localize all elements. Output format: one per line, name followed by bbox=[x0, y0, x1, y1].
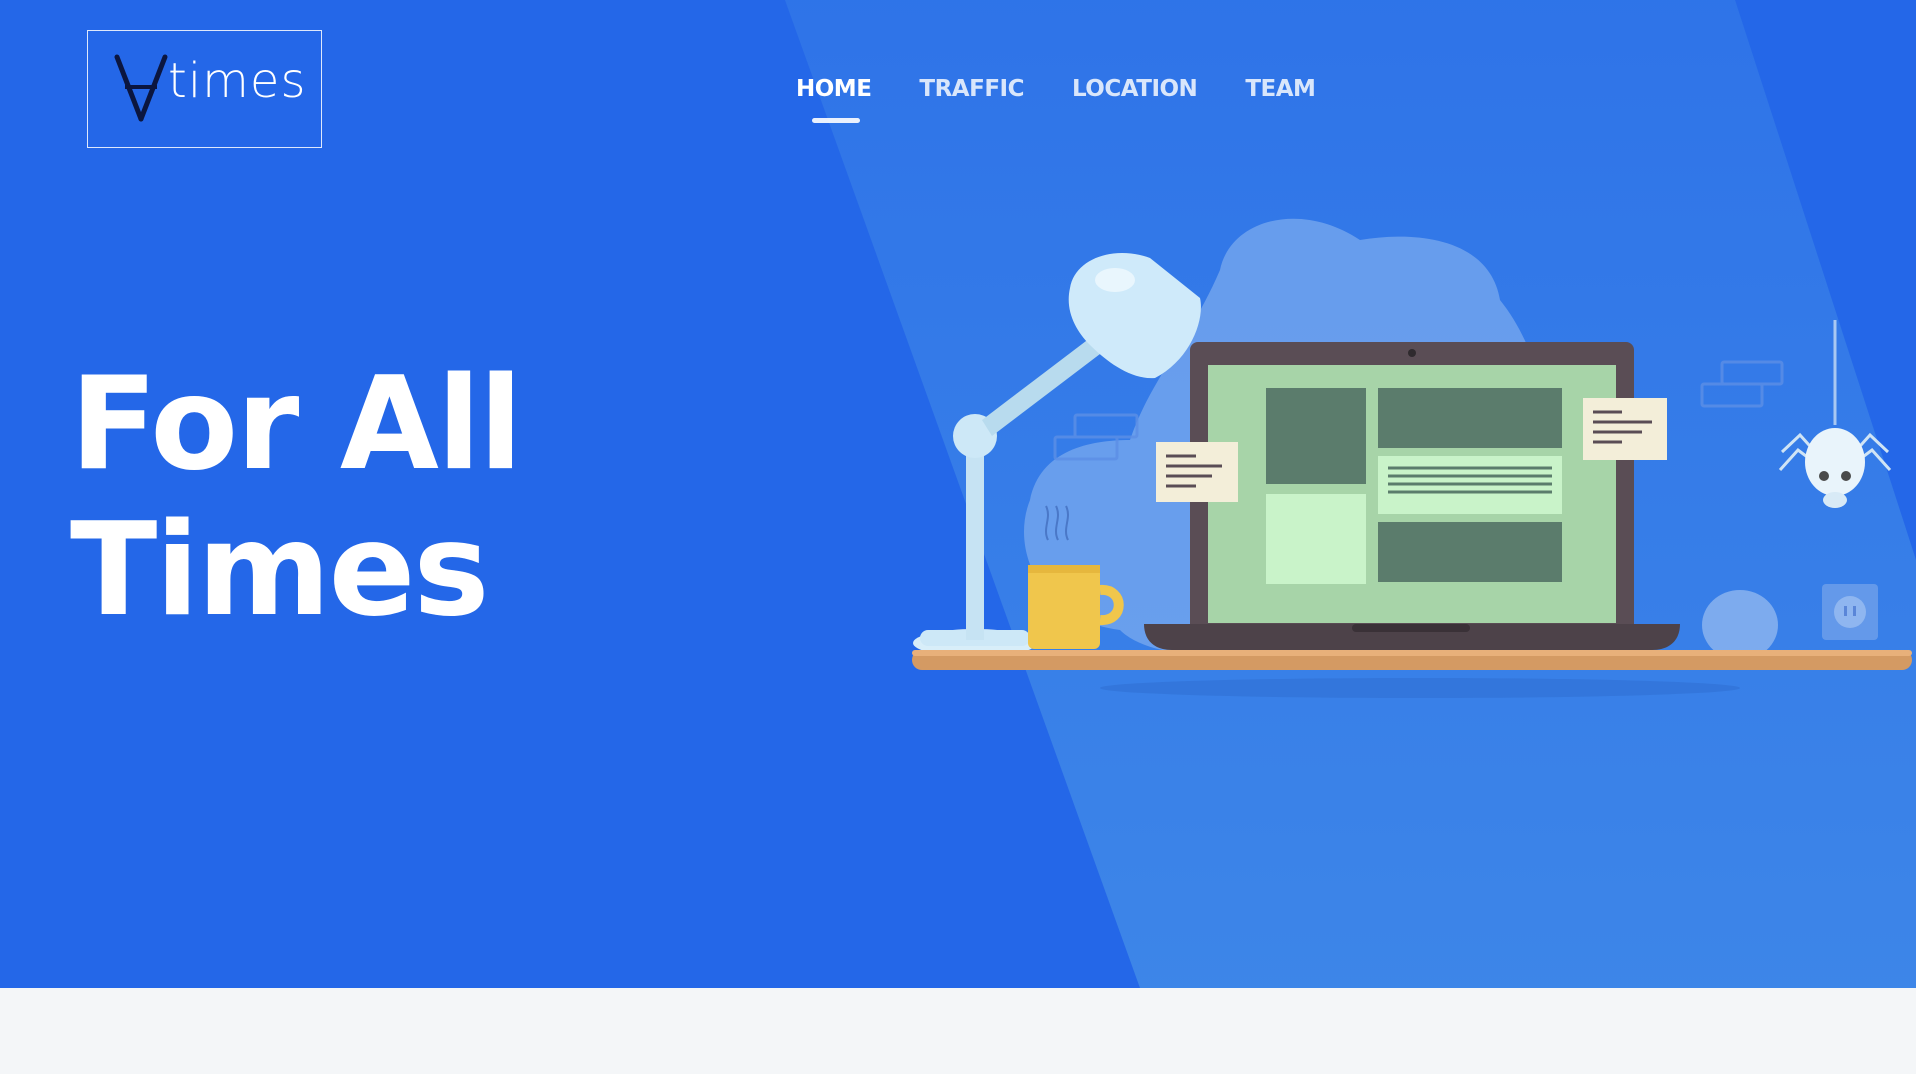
nav-item-location[interactable]: LOCATION bbox=[1071, 74, 1198, 104]
nav-active-indicator bbox=[812, 118, 860, 123]
nav-item-label: TRAFFIC bbox=[919, 76, 1024, 102]
hero-headline: For All Times bbox=[70, 350, 523, 645]
nav-item-traffic[interactable]: TRAFFIC bbox=[919, 74, 1024, 104]
logo-text: times bbox=[168, 53, 307, 109]
sticky-note-icon bbox=[1156, 442, 1238, 502]
nav-item-label: HOME bbox=[796, 76, 872, 102]
forall-icon bbox=[114, 54, 168, 122]
power-outlet-icon bbox=[1822, 584, 1878, 640]
hero-section: times HOME TRAFFIC LOCATION TEAM For All… bbox=[0, 0, 1916, 988]
hero-headline-line1: For All bbox=[70, 350, 523, 499]
shelf-icon bbox=[912, 650, 1912, 698]
hero-headline-line2: Times bbox=[70, 496, 490, 645]
wall-bricks-right bbox=[1700, 360, 1784, 408]
sticky-note-icon bbox=[1583, 398, 1667, 460]
nav-item-team[interactable]: TEAM bbox=[1245, 74, 1316, 104]
nav-item-label: LOCATION bbox=[1071, 76, 1198, 102]
main-nav: HOME TRAFFIC LOCATION TEAM bbox=[796, 74, 1316, 123]
logo[interactable]: times bbox=[87, 30, 322, 148]
nav-item-home[interactable]: HOME bbox=[796, 74, 872, 123]
spider-icon bbox=[1778, 320, 1892, 508]
workspace-illustration bbox=[912, 218, 1912, 698]
nav-item-label: TEAM bbox=[1245, 76, 1316, 102]
page-footer-strip bbox=[0, 988, 1916, 1074]
